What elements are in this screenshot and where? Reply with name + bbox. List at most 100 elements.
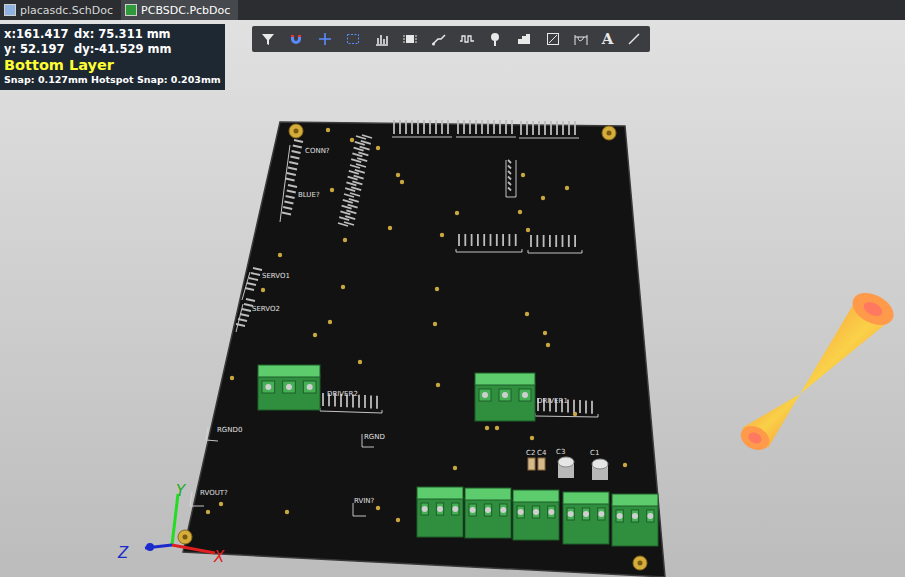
designator-label: RGND xyxy=(364,433,385,441)
mounting-hole xyxy=(289,124,303,138)
terminal-block[interactable] xyxy=(563,492,609,544)
via xyxy=(313,333,317,337)
via xyxy=(396,518,400,522)
route-icon[interactable] xyxy=(431,31,447,47)
terminal-block[interactable] xyxy=(475,373,535,421)
terminal-block[interactable] xyxy=(258,365,320,410)
via xyxy=(400,180,404,184)
via xyxy=(261,288,265,292)
designator-label: RVIN? xyxy=(354,497,375,505)
via xyxy=(376,146,380,150)
current-layer: Bottom Layer xyxy=(4,57,221,74)
altium-window: placasdc.SchDocPCBSDC.PcbDoc CONN? BLUE? SE… xyxy=(0,0,905,577)
terminal-block[interactable] xyxy=(513,490,559,540)
via xyxy=(623,463,627,467)
dy-coordinate: dy:-41.529 mm xyxy=(74,42,221,57)
mounting-hole-center xyxy=(294,129,299,134)
capacitor-smd[interactable] xyxy=(528,458,535,470)
polygon-icon[interactable] xyxy=(516,31,532,47)
designator-label: SERVO1 xyxy=(262,272,290,280)
dx-coordinate: dx: 75.311 mm xyxy=(74,27,221,42)
via xyxy=(328,320,332,324)
via xyxy=(396,173,400,177)
axis-label: X xyxy=(213,548,225,566)
via xyxy=(343,238,347,242)
string-tool[interactable]: A xyxy=(602,30,614,48)
document-tab[interactable]: PCBSDC.PcbDoc xyxy=(121,0,238,20)
designator-label: BLUE? xyxy=(298,191,320,199)
mounting-hole-center xyxy=(183,535,188,540)
capacitor-smd[interactable] xyxy=(538,458,545,470)
mounting-hole xyxy=(633,556,647,570)
active-bar-toolbar: A xyxy=(252,26,650,52)
via xyxy=(485,426,489,430)
align-icon[interactable] xyxy=(374,31,390,47)
y-coordinate: y: 52.197 xyxy=(4,42,74,57)
via xyxy=(495,426,499,430)
tune-length-icon[interactable] xyxy=(459,31,475,47)
via xyxy=(330,188,334,192)
axis-label: Z xyxy=(117,544,129,562)
header-pins xyxy=(236,120,592,414)
via xyxy=(219,502,223,506)
axis-gizmo[interactable]: YZX xyxy=(117,482,225,566)
designator-label: DRIVER2 xyxy=(327,390,358,398)
cross-icon[interactable] xyxy=(317,31,333,47)
via xyxy=(546,343,550,347)
x-coordinate: x:161.417 xyxy=(4,27,74,42)
dimension-icon[interactable] xyxy=(573,31,589,47)
via xyxy=(440,233,444,237)
via-icon[interactable] xyxy=(488,31,504,47)
coordinate-hud: x:161.417dx: 75.311 mmy: 52.197dy:-41.52… xyxy=(0,24,225,90)
document-icon xyxy=(4,4,16,16)
component-icon[interactable] xyxy=(402,31,418,47)
mounting-hole-center xyxy=(638,561,643,566)
mounting-hole-center xyxy=(607,131,612,136)
via xyxy=(358,360,362,364)
via xyxy=(541,196,545,200)
via xyxy=(455,211,459,215)
select-rectangle-icon[interactable] xyxy=(345,31,361,47)
designator-label: CONN? xyxy=(305,147,330,155)
capacitor-electrolytic[interactable] xyxy=(592,459,608,480)
mounting-hole xyxy=(178,530,192,544)
designator-label: SERVO2 xyxy=(252,305,280,313)
via xyxy=(518,210,522,214)
via xyxy=(543,331,547,335)
snap-info: Snap: 0.127mm Hotspot Snap: 0.203mm xyxy=(4,74,221,86)
via xyxy=(350,138,354,142)
via xyxy=(230,376,234,380)
pcb-board[interactable] xyxy=(183,122,665,577)
designator-label: RVOUT? xyxy=(200,489,228,497)
via xyxy=(285,510,289,514)
via xyxy=(436,383,440,387)
via xyxy=(376,506,380,510)
magnet-icon[interactable] xyxy=(288,31,304,47)
hud-x-row: x:161.417dx: 75.311 mm xyxy=(4,27,221,42)
designator-label: C1 xyxy=(590,449,599,457)
line-icon[interactable] xyxy=(626,31,642,47)
via xyxy=(565,186,569,190)
silkscreen xyxy=(190,137,598,516)
light-direction-icon[interactable] xyxy=(737,286,899,454)
capacitor-electrolytic[interactable] xyxy=(558,457,574,478)
terminal-block[interactable] xyxy=(612,494,658,546)
pcb-3d-viewport[interactable]: CONN? BLUE? SERVO1 SERVO2 DRIVER2 DRIVER1 RGND… xyxy=(0,20,905,577)
terminal-block[interactable] xyxy=(465,488,511,538)
document-tab[interactable]: placasdc.SchDoc xyxy=(0,0,121,20)
terminal-block[interactable] xyxy=(417,487,463,537)
via xyxy=(435,287,439,291)
pcb-3d-scene[interactable]: CONN? BLUE? SERVO1 SERVO2 DRIVER2 DRIVER1 RGND… xyxy=(0,20,905,577)
via xyxy=(278,253,282,257)
hud-y-row: y: 52.197dy:-41.529 mm xyxy=(4,42,221,57)
via xyxy=(525,312,529,316)
via xyxy=(206,510,210,514)
designator-label: DRIVER1 xyxy=(537,397,568,405)
keepout-icon[interactable] xyxy=(545,31,561,47)
via xyxy=(433,322,437,326)
designator-label: C4 xyxy=(537,449,547,457)
via xyxy=(341,285,345,289)
filter-icon[interactable] xyxy=(260,31,276,47)
via xyxy=(326,128,330,132)
via xyxy=(521,173,525,177)
